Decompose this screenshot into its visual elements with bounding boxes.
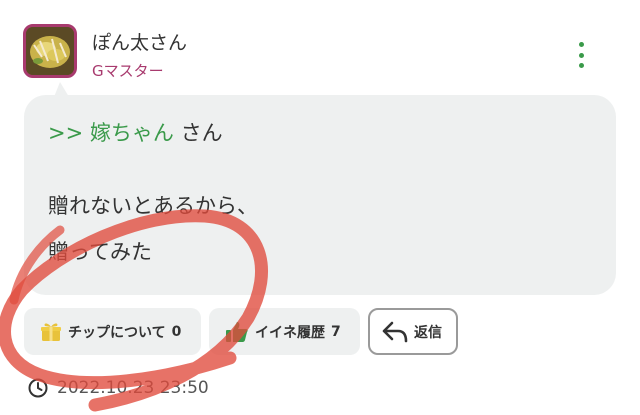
nice-history-button[interactable]: イイネ履歴 7 bbox=[209, 308, 360, 355]
nice-count: 7 bbox=[331, 323, 341, 340]
gift-icon bbox=[40, 322, 62, 342]
clock-icon bbox=[28, 378, 48, 398]
reply-button[interactable]: 返信 bbox=[368, 308, 458, 355]
post-timestamp: 2022.10.23 23:50 bbox=[28, 378, 209, 398]
avatar-food-image bbox=[26, 27, 74, 75]
kebab-menu-icon[interactable] bbox=[572, 42, 590, 68]
timestamp-text: 2022.10.23 23:50 bbox=[57, 378, 209, 398]
reply-arrow-icon bbox=[382, 321, 408, 343]
comment-body-line: 贈ってみた bbox=[48, 240, 152, 264]
avatar[interactable] bbox=[23, 24, 77, 78]
nice-history-label: イイネ履歴 bbox=[255, 324, 325, 341]
comment-body-line: 贈れないとあるから、 bbox=[48, 194, 258, 218]
reply-mention: >> 嫁ちゃん さん bbox=[48, 117, 223, 147]
reply-mention-name[interactable]: 嫁ちゃん bbox=[90, 121, 174, 145]
username[interactable]: ぽん太さん bbox=[92, 28, 187, 55]
thumbs-up-icon bbox=[225, 321, 249, 343]
reply-mention-suffix: さん bbox=[180, 121, 223, 145]
tip-info-label: チップについて bbox=[68, 324, 166, 341]
tip-info-button[interactable]: チップについて 0 bbox=[24, 308, 201, 355]
reply-mention-prefix[interactable]: >> bbox=[48, 121, 83, 145]
reply-label: 返信 bbox=[414, 324, 442, 341]
tip-count: 0 bbox=[171, 323, 182, 340]
user-rank-badge: Gマスター bbox=[92, 62, 164, 80]
